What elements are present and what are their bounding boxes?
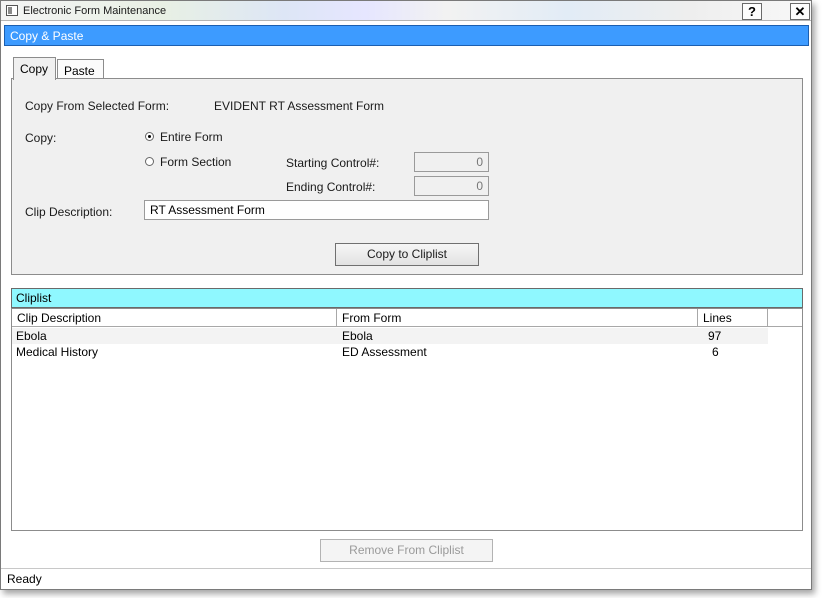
cell-clip-description: Medical History [16, 345, 99, 359]
cell-from-form: ED Assessment [342, 345, 427, 359]
copy-label: Copy: [25, 131, 57, 145]
table-row[interactable]: Medical History ED Assessment 6 [12, 344, 768, 360]
close-button[interactable]: ✕ [790, 3, 810, 20]
table-header: Clip Description From Form Lines [12, 309, 802, 327]
column-clip-description[interactable]: Clip Description [12, 309, 337, 327]
app-icon [6, 5, 18, 16]
copy-from-value: EVIDENT RT Assessment Form [214, 99, 385, 113]
copy-from-label: Copy From Selected Form: [25, 99, 170, 113]
section-header: Copy & Paste [4, 25, 809, 46]
column-filler [768, 309, 802, 327]
form-section-label[interactable]: Form Section [160, 155, 231, 169]
cell-lines: 97 [708, 329, 722, 343]
starting-control-field[interactable]: 0 [414, 152, 489, 172]
cliplist-header: Cliplist [11, 288, 803, 308]
tab-copy[interactable]: Copy [13, 57, 56, 80]
clip-description-label: Clip Description: [25, 205, 113, 219]
help-button[interactable]: ? [742, 3, 762, 20]
copy-panel: Copy From Selected Form: EVIDENT RT Asse… [11, 78, 803, 275]
column-from-form[interactable]: From Form [337, 309, 698, 327]
tab-paste[interactable]: Paste [57, 59, 104, 79]
main-window: Electronic Form Maintenance ? ✕ Copy & P… [0, 0, 812, 590]
title-bar: Electronic Form Maintenance ? ✕ [1, 1, 811, 21]
ending-control-field[interactable]: 0 [414, 176, 489, 196]
status-bar: Ready [1, 568, 811, 589]
form-section-radio[interactable] [145, 157, 154, 166]
status-text: Ready [7, 572, 42, 586]
cell-clip-description: Ebola [16, 329, 47, 343]
starting-control-label: Starting Control#: [286, 156, 380, 170]
column-lines[interactable]: Lines [698, 309, 768, 327]
window-title: Electronic Form Maintenance [23, 5, 167, 17]
cell-from-form: Ebola [342, 329, 373, 343]
entire-form-label[interactable]: Entire Form [160, 130, 223, 144]
clip-description-input[interactable]: RT Assessment Form [144, 200, 489, 220]
cliplist-table[interactable]: Clip Description From Form Lines Ebola E… [11, 308, 803, 531]
remove-from-cliplist-button[interactable]: Remove From Cliplist [320, 539, 493, 562]
entire-form-radio[interactable] [145, 132, 154, 141]
ending-control-label: Ending Control#: [286, 180, 376, 194]
copy-to-cliplist-button[interactable]: Copy to Cliplist [335, 243, 479, 266]
cell-lines: 6 [712, 345, 719, 359]
table-row[interactable]: Ebola Ebola 97 [12, 328, 768, 344]
